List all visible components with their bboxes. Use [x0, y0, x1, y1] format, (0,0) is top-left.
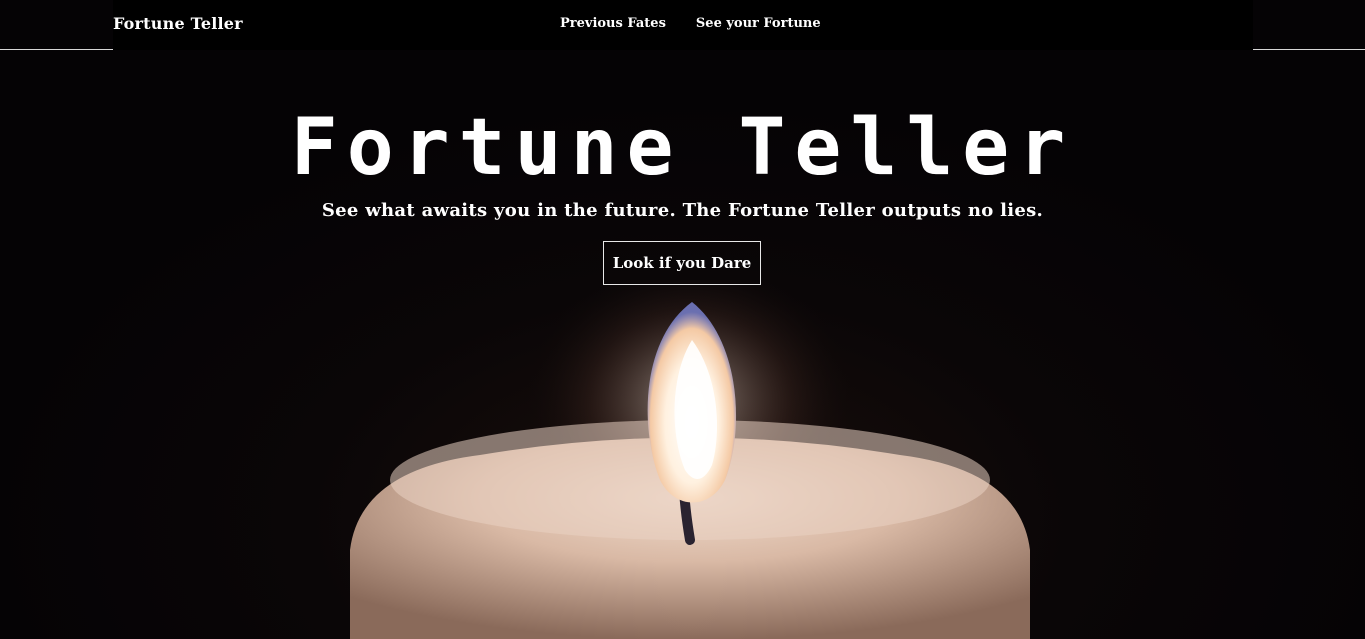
brand-link[interactable]: Fortune Teller [113, 14, 243, 33]
nav-links: Previous Fates See your Fortune [560, 16, 821, 31]
header-divider-right [1253, 49, 1365, 50]
header-divider-left [0, 49, 113, 50]
look-if-you-dare-button[interactable]: Look if you Dare [603, 241, 761, 285]
nav-link-see-your-fortune[interactable]: See your Fortune [696, 16, 821, 31]
hero-subtitle: See what awaits you in the future. The F… [321, 200, 1044, 221]
navbar: Fortune Teller Previous Fates See your F… [113, 0, 1253, 50]
page: Fortune Teller Previous Fates See your F… [0, 0, 1365, 639]
hero-title: Fortune Teller [290, 103, 1075, 193]
candle-flame-image [350, 280, 1030, 639]
nav-link-previous-fates[interactable]: Previous Fates [560, 16, 666, 31]
